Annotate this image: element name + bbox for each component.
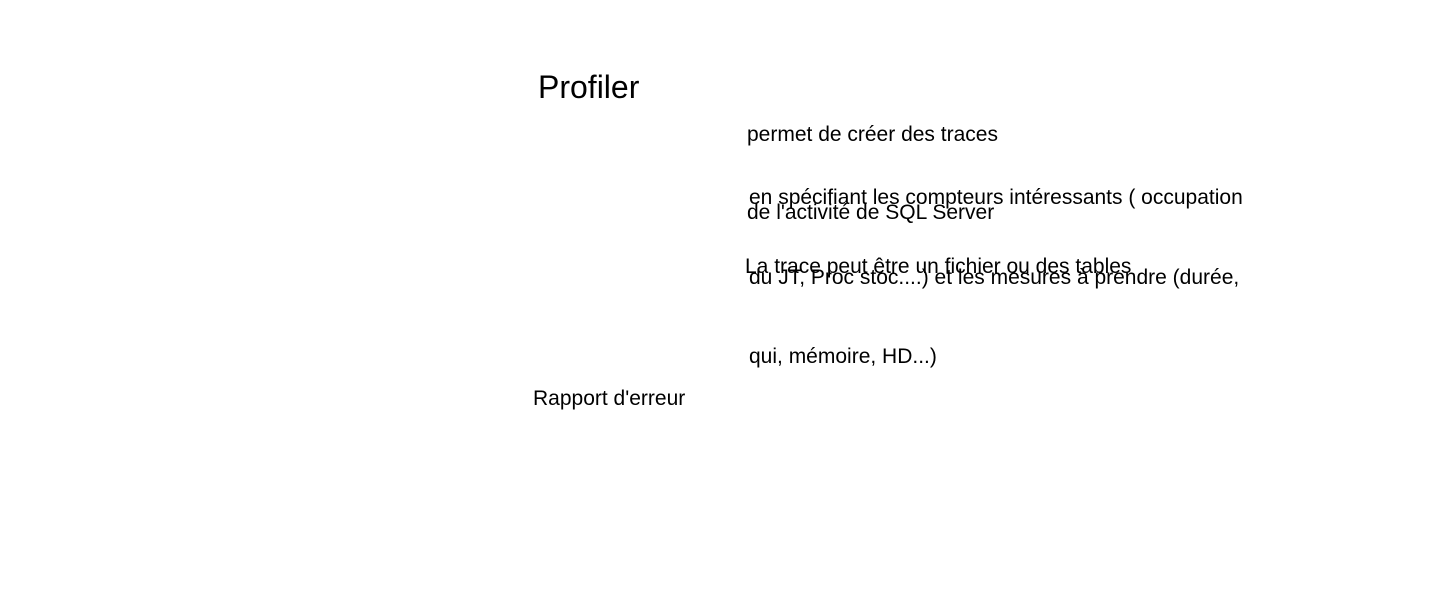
slide-heading: Profiler bbox=[538, 69, 640, 105]
slide-page: Profiler permet de créer des traces de l… bbox=[0, 0, 1456, 602]
detail-line: en spécifiant les compteurs intéressants… bbox=[749, 186, 1243, 209]
report-label: Rapport d'erreur bbox=[533, 387, 686, 410]
trace-note: La trace peut être un fichier ou des tab… bbox=[745, 255, 1132, 278]
detail-line: qui, mémoire, HD...) bbox=[749, 345, 937, 368]
